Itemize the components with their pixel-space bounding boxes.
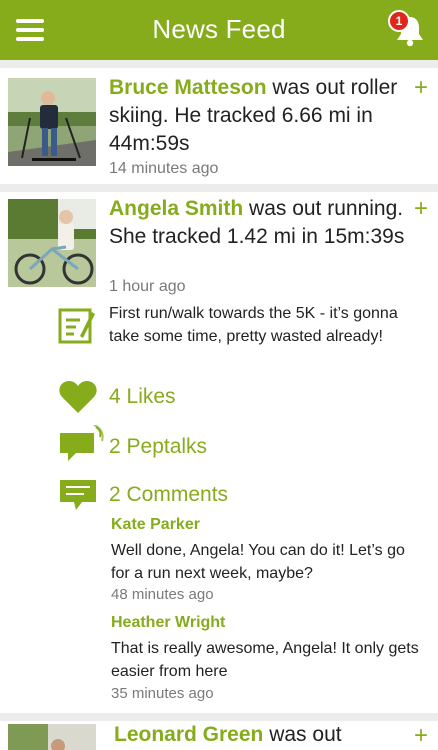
feed-item: Leonard Green was out +: [0, 721, 438, 750]
user-name-link[interactable]: Leonard Green: [114, 723, 263, 746]
user-name-link[interactable]: Bruce Matteson: [109, 76, 267, 99]
user-name-link[interactable]: Angela Smith: [109, 197, 243, 220]
notification-badge: 1: [388, 10, 410, 32]
avatar[interactable]: [8, 199, 96, 287]
comment-author-link[interactable]: Kate Parker: [111, 516, 200, 534]
feed-item: Angela Smith was out running. She tracke…: [0, 192, 438, 713]
activity-headline: Leonard Green was out: [114, 723, 342, 746]
plus-icon[interactable]: +: [414, 197, 428, 221]
comment-author-link[interactable]: Heather Wright: [111, 614, 225, 632]
plus-icon[interactable]: +: [414, 76, 428, 100]
likes-link[interactable]: 4 Likes: [109, 385, 176, 409]
avatar[interactable]: [8, 724, 96, 750]
plus-icon[interactable]: +: [414, 724, 428, 748]
heart-icon: [59, 381, 97, 413]
timestamp: 1 hour ago: [109, 278, 186, 295]
comment-timestamp: 48 minutes ago: [111, 586, 214, 603]
activity-note: First run/walk towards the 5K - it’s gon…: [109, 305, 398, 345]
activity-headline: Angela Smith was out running. She tracke…: [109, 197, 405, 248]
feed-item: Bruce Matteson was out roller skiing. He…: [0, 68, 438, 184]
notifications-button[interactable]: 1: [388, 10, 430, 50]
avatar[interactable]: [8, 78, 96, 166]
comments-link[interactable]: 2 Comments: [109, 483, 228, 507]
timestamp: 14 minutes ago: [109, 160, 219, 177]
peptalks-link[interactable]: 2 Peptalks: [109, 435, 207, 459]
note-icon: [58, 308, 95, 344]
comment-timestamp: 35 minutes ago: [111, 685, 214, 702]
activity-headline: Bruce Matteson was out roller skiing. He…: [109, 76, 398, 155]
comment-text: That is really awesome, Angela! It only …: [111, 640, 419, 680]
comment-bubble-icon: [60, 480, 96, 510]
top-bar: News Feed 1: [0, 0, 438, 60]
comment-text: Well done, Angela! You can do it! Let’s …: [111, 542, 405, 582]
page-title: News Feed: [152, 14, 286, 44]
speech-bubble-sound-icon: [60, 425, 104, 461]
